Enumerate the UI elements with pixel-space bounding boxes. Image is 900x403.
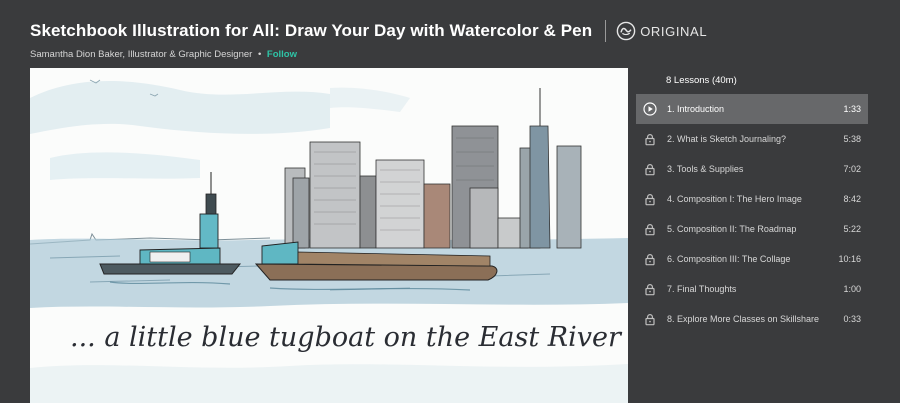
title-row: Sketchbook Illustration for All: Draw Yo… bbox=[30, 18, 880, 44]
instructor-row: Samantha Dion Baker, Illustrator & Graph… bbox=[30, 49, 880, 60]
title-divider bbox=[605, 20, 607, 42]
lesson-title: 1. Introduction bbox=[667, 104, 725, 114]
lesson-duration: 0:33 bbox=[843, 314, 861, 324]
lesson-duration: 10:16 bbox=[838, 254, 861, 264]
lock-icon bbox=[643, 162, 657, 176]
follow-link[interactable]: Follow bbox=[267, 49, 297, 60]
video-caption: ... a little blue tugboat on the East Ri… bbox=[70, 322, 623, 353]
course-header: Sketchbook Illustration for All: Draw Yo… bbox=[30, 18, 880, 62]
lesson-title: 7. Final Thoughts bbox=[667, 284, 737, 294]
lesson-item[interactable]: 6. Composition III: The Collage 10:16 bbox=[636, 244, 868, 274]
skillshare-originals-icon bbox=[616, 21, 636, 41]
lesson-item[interactable]: 2. What is Sketch Journaling? 5:38 bbox=[636, 124, 868, 154]
lesson-duration: 7:02 bbox=[843, 164, 861, 174]
instructor-name: Samantha Dion Baker, Illustrator & Graph… bbox=[30, 49, 253, 60]
lesson-item[interactable]: 3. Tools & Supplies 7:02 bbox=[636, 154, 868, 184]
lesson-title: 5. Composition II: The Roadmap bbox=[667, 224, 797, 234]
lesson-duration: 1:33 bbox=[843, 104, 861, 114]
lesson-item[interactable]: 5. Composition II: The Roadmap 5:22 bbox=[636, 214, 868, 244]
lessons-count-header: 8 Lessons (40m) bbox=[666, 75, 737, 86]
video-player[interactable]: ... a little blue tugboat on the East Ri… bbox=[30, 68, 628, 403]
lesson-item[interactable]: 8. Explore More Classes on Skillshare 0:… bbox=[636, 304, 868, 334]
lesson-duration: 5:22 bbox=[843, 224, 861, 234]
lock-icon bbox=[643, 192, 657, 206]
course-title: Sketchbook Illustration for All: Draw Yo… bbox=[30, 21, 593, 40]
lesson-item[interactable]: 7. Final Thoughts 1:00 bbox=[636, 274, 868, 304]
lesson-duration: 5:38 bbox=[843, 134, 861, 144]
lesson-duration: 8:42 bbox=[843, 194, 861, 204]
lesson-item[interactable]: 1. Introduction 1:33 bbox=[636, 94, 868, 124]
original-badge: ORIGINAL bbox=[616, 21, 707, 41]
lesson-title: 3. Tools & Supplies bbox=[667, 164, 744, 174]
lock-icon bbox=[643, 312, 657, 326]
original-label: ORIGINAL bbox=[640, 23, 708, 39]
separator-bullet: • bbox=[257, 49, 262, 60]
lock-icon bbox=[643, 132, 657, 146]
lesson-list: 1. Introduction 1:33 2. What is Sketch J… bbox=[636, 94, 868, 334]
lock-icon bbox=[643, 252, 657, 266]
video-thumbnail-illustration: ... a little blue tugboat on the East Ri… bbox=[30, 68, 628, 403]
lesson-duration: 1:00 bbox=[843, 284, 861, 294]
lock-icon bbox=[643, 222, 657, 236]
play-icon bbox=[643, 102, 657, 116]
lesson-title: 4. Composition I: The Hero Image bbox=[667, 194, 802, 204]
lesson-item[interactable]: 4. Composition I: The Hero Image 8:42 bbox=[636, 184, 868, 214]
lesson-title: 2. What is Sketch Journaling? bbox=[667, 134, 787, 144]
lesson-title: 8. Explore More Classes on Skillshare bbox=[667, 314, 820, 324]
lock-icon bbox=[643, 282, 657, 296]
lesson-title: 6. Composition III: The Collage bbox=[667, 254, 791, 264]
lessons-sidebar: 8 Lessons (40m) 1. Introduction 1:33 2. … bbox=[636, 68, 868, 334]
